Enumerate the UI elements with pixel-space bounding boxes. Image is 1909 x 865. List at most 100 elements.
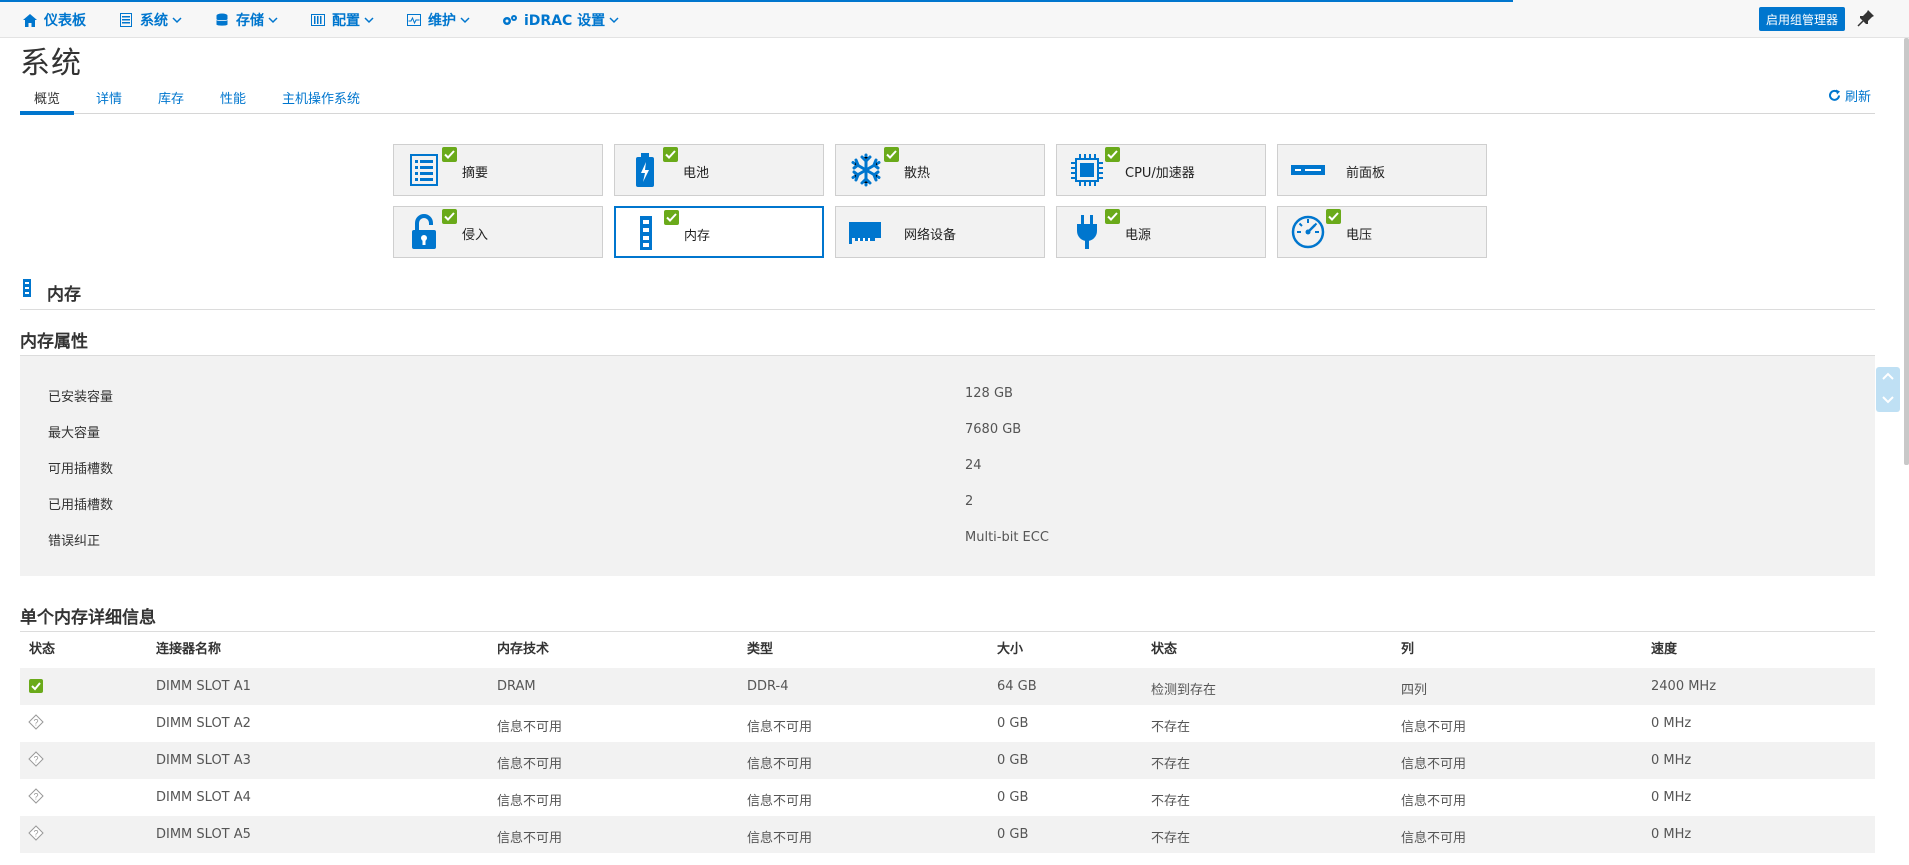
svg-text:?: ? <box>33 755 38 765</box>
cpu-icon <box>1069 151 1105 189</box>
cell-connector: DIMM SLOT A4 <box>156 790 251 805</box>
enable-group-manager-button[interactable]: 启用组管理器 <box>1759 7 1845 31</box>
status-ok-check-icon <box>1326 209 1341 224</box>
tile-label: 散热 <box>904 166 931 181</box>
tab-host-os[interactable]: 主机操作系统 <box>282 88 360 113</box>
col-connector[interactable]: 连接器名称 <box>156 638 221 657</box>
tile-power-plug[interactable]: 电源 <box>1056 206 1266 258</box>
cell-rank: 四列 <box>1401 683 1428 698</box>
memory-detail-heading: 单个内存详细信息 <box>20 608 156 628</box>
svg-text:?: ? <box>33 718 38 728</box>
tile-label: 网络设备 <box>904 228 957 243</box>
cell-rank: 信息不可用 <box>1401 720 1467 735</box>
table-row[interactable]: ? DIMM SLOT A5 信息不可用 信息不可用 0 GB 不存在 信息不可用 0 MHz <box>20 816 1875 853</box>
col-technology[interactable]: 内存技术 <box>497 638 549 657</box>
prop-label-installed: 已安装容量 <box>48 390 114 405</box>
nav-system[interactable]: 系统 <box>118 9 182 31</box>
nav-idrac-label: iDRAC 设置 <box>524 13 606 29</box>
database-icon <box>214 12 230 28</box>
cell-state: 不存在 <box>1151 794 1191 809</box>
col-type[interactable]: 类型 <box>747 638 773 657</box>
tile-battery[interactable]: 电池 <box>614 144 824 196</box>
svg-text:?: ? <box>33 792 38 802</box>
cell-speed: 0 MHz <box>1651 753 1692 768</box>
chevron-down-icon[interactable] <box>1882 395 1894 405</box>
table-row[interactable]: DIMM SLOT A1 DRAM DDR-4 64 GB 检测到存在 四列 2400 MH… <box>20 668 1875 705</box>
col-size[interactable]: 大小 <box>997 638 1023 657</box>
tab-details[interactable]: 详情 <box>96 88 122 113</box>
status-ok-check-icon <box>664 210 679 225</box>
col-speed[interactable]: 速度 <box>1651 638 1677 657</box>
battery-icon <box>627 151 663 189</box>
cell-type: 信息不可用 <box>747 720 813 735</box>
server-list-icon <box>118 12 134 28</box>
memory-properties-panel: 已安装容量 128 GB 最大容量 7680 GB 可用插槽数 24 已用插槽数… <box>20 356 1875 576</box>
status-ok-check-icon <box>663 147 678 162</box>
cell-state: 检测到存在 <box>1151 683 1217 698</box>
status-ok-check-icon <box>29 679 43 693</box>
nav-config-label: 配置 <box>332 13 360 29</box>
tab-inventory[interactable]: 库存 <box>158 88 184 113</box>
tab-overview[interactable]: 概览 <box>20 88 75 115</box>
prop-label-max: 最大容量 <box>48 426 101 441</box>
tile-summary[interactable]: 摘要 <box>393 144 603 196</box>
chevron-down-icon <box>364 17 374 24</box>
tile-front-panel[interactable]: 前面板 <box>1277 144 1487 196</box>
cell-speed: 0 MHz <box>1651 827 1692 842</box>
tile-intrusion-lock[interactable]: 侵入 <box>393 206 603 258</box>
nav-storage-label: 存储 <box>236 13 264 29</box>
tile-label: 内存 <box>684 229 711 244</box>
tile-cooling[interactable]: 散热 <box>835 144 1045 196</box>
nav-dashboard[interactable]: 仪表板 <box>22 9 86 31</box>
cell-tech: 信息不可用 <box>497 831 563 846</box>
chevron-down-icon <box>460 17 470 24</box>
chevron-down-icon <box>268 17 278 24</box>
nav-storage[interactable]: 存储 <box>214 9 278 31</box>
scroll-nav-widget[interactable] <box>1876 367 1900 412</box>
nav-system-label: 系统 <box>140 13 168 29</box>
refresh-button[interactable]: 刷新 <box>1828 86 1871 105</box>
chevron-down-icon <box>172 17 182 24</box>
chevron-up-icon[interactable] <box>1882 371 1894 381</box>
cell-size: 0 GB <box>997 790 1029 805</box>
cell-speed: 0 MHz <box>1651 790 1692 805</box>
memory-properties-heading: 内存属性 <box>20 332 88 352</box>
nav-idrac-settings[interactable]: iDRAC 设置 <box>502 9 619 31</box>
cell-tech: 信息不可用 <box>497 720 563 735</box>
status-ok-check-icon <box>1105 147 1120 162</box>
cell-state: 不存在 <box>1151 757 1191 772</box>
cell-rank: 信息不可用 <box>1401 831 1467 846</box>
home-icon <box>22 12 38 28</box>
nav-maintenance-label: 维护 <box>428 13 456 29</box>
tile-voltage-gauge[interactable]: 电压 <box>1277 206 1487 258</box>
cell-connector: DIMM SLOT A2 <box>156 716 251 731</box>
cell-type: 信息不可用 <box>747 757 813 772</box>
cell-tech: DRAM <box>497 679 536 694</box>
col-rank[interactable]: 列 <box>1401 638 1414 657</box>
tile-memory[interactable]: 内存 <box>614 206 824 258</box>
nav-config[interactable]: 配置 <box>310 9 374 31</box>
tab-performance[interactable]: 性能 <box>220 88 246 113</box>
table-row[interactable]: ? DIMM SLOT A2 信息不可用 信息不可用 0 GB 不存在 信息不可用 0 MHz <box>20 705 1875 742</box>
table-row[interactable]: ? DIMM SLOT A4 信息不可用 信息不可用 0 GB 不存在 信息不可用 0 MHz <box>20 779 1875 816</box>
col-status[interactable]: 状态 <box>29 638 55 657</box>
main-nav: 仪表板 系统 存储 配置 维护 iDRAC 设置 <box>22 9 651 31</box>
refresh-icon <box>1829 89 1840 101</box>
cell-tech: 信息不可用 <box>497 794 563 809</box>
cell-rank: 信息不可用 <box>1401 794 1467 809</box>
nav-maintenance[interactable]: 维护 <box>406 9 470 31</box>
pin-icon[interactable] <box>1857 9 1875 27</box>
col-state[interactable]: 状态 <box>1151 638 1177 657</box>
vertical-scrollbar[interactable] <box>1904 38 1909 465</box>
tile-cpu[interactable]: CPU/加速器 <box>1056 144 1266 196</box>
svg-text:?: ? <box>33 829 38 839</box>
memory-heading: 内存 <box>47 285 81 305</box>
tile-network-card[interactable]: 网络设备 <box>835 206 1045 258</box>
table-row[interactable]: ? DIMM SLOT A3 信息不可用 信息不可用 0 GB 不存在 信息不可用 0 MHz <box>20 742 1875 779</box>
prop-value-installed: 128 GB <box>965 386 1013 401</box>
power-plug-icon <box>1069 213 1105 251</box>
pulse-monitor-icon <box>406 12 422 28</box>
tile-label: 电压 <box>1346 228 1373 243</box>
cell-size: 0 GB <box>997 753 1029 768</box>
memory-icon <box>628 214 664 252</box>
